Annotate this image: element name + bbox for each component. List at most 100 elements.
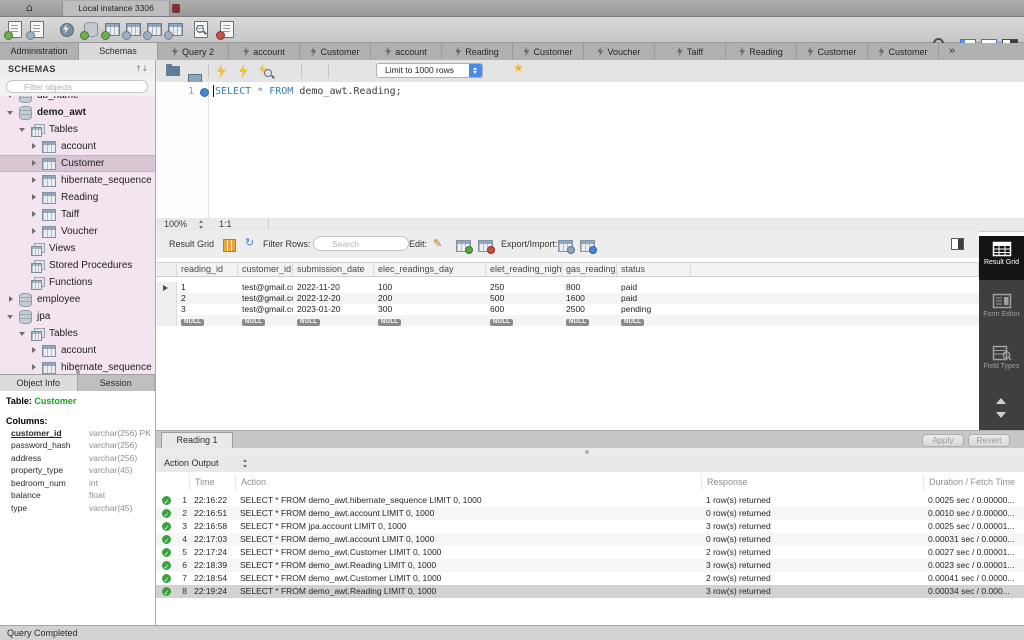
tree-item-jpa-account[interactable]: account — [0, 342, 155, 359]
col-elet-reading-night[interactable]: elet_reading_night — [486, 263, 562, 276]
result-filter-input[interactable] — [313, 236, 409, 251]
tree-item-customer[interactable]: Customer — [0, 155, 155, 172]
tab-customer-1[interactable]: Customer — [300, 43, 371, 60]
col-time[interactable]: Time — [189, 475, 235, 490]
current-row-marker-icon[interactable] — [156, 282, 177, 293]
panel-item-field-types[interactable]: Field Types — [979, 340, 1024, 386]
collapse-all-icon[interactable]: ↑↓ — [135, 64, 148, 73]
sql-statement[interactable]: SELECT * FROM demo_awt.Reading; — [215, 86, 402, 97]
tab-account-2[interactable]: account — [371, 43, 442, 60]
tree-item-tables[interactable]: Tables — [0, 121, 155, 138]
collapse-icon[interactable] — [7, 108, 16, 117]
tree-item-jpa[interactable]: jpa — [0, 308, 155, 325]
tab-reading-2[interactable]: Reading — [726, 43, 797, 60]
create-table-icon[interactable] — [101, 21, 121, 40]
output-selector-stepper-icon[interactable] — [242, 459, 250, 468]
col-elec-readings-day[interactable]: elec_readings_day — [374, 263, 486, 276]
action-row-8[interactable]: ✓ 8 22:19:24 SELECT * FROM demo_awt.Reading… — [156, 585, 1024, 598]
output-splitter[interactable] — [156, 448, 1024, 455]
result-tab-reading-1[interactable]: Reading 1 — [161, 432, 233, 449]
revert-button[interactable]: Revert — [968, 434, 1010, 447]
create-schema-icon[interactable] — [80, 21, 100, 40]
tree-item-employee[interactable]: employee — [0, 291, 155, 308]
tab-customer-4[interactable]: Customer — [868, 43, 939, 60]
open-file-icon[interactable] — [166, 64, 180, 76]
col-action[interactable]: Action — [235, 475, 701, 490]
expand-icon[interactable] — [30, 176, 39, 185]
expand-icon[interactable] — [7, 96, 16, 100]
grid-row-2[interactable]: 2test@gmail.com 2022-12-20200 5001600 pa… — [156, 293, 979, 304]
col-duration[interactable]: Duration / Fetch Time — [923, 475, 1024, 490]
home-icon[interactable]: ⌂ — [26, 1, 33, 14]
splitter-handle[interactable] — [585, 450, 589, 454]
tab-overflow-chevron[interactable]: » — [939, 43, 965, 60]
tab-customer-3[interactable]: Customer — [797, 43, 868, 60]
col-gas-reading[interactable]: gas_reading — [562, 263, 617, 276]
tree-item-views[interactable]: Views — [0, 240, 155, 257]
save-snippet-icon[interactable]: ★ — [513, 61, 524, 75]
create-function-icon[interactable] — [164, 21, 184, 40]
grid-row-1[interactable]: 1test@gmail.com 2022-11-20100 250800 pai… — [156, 282, 979, 293]
tab-customer-2[interactable]: Customer — [513, 43, 584, 60]
collapse-icon[interactable] — [19, 125, 28, 134]
tree-item-db-name[interactable]: db_name — [0, 96, 155, 104]
create-view-icon[interactable] — [122, 21, 142, 40]
tab-session[interactable]: Session — [78, 375, 155, 392]
tab-account-1[interactable]: account — [229, 43, 300, 60]
expand-icon[interactable] — [30, 346, 39, 355]
inspector-icon[interactable] — [58, 21, 76, 38]
tab-voucher[interactable]: Voucher — [584, 43, 655, 60]
search-table-data-icon[interactable] — [192, 21, 210, 38]
apply-button[interactable]: Apply — [922, 434, 964, 447]
action-row-1[interactable]: ✓ 1 22:16:22 SELECT * FROM demo_awt.hiberna… — [156, 494, 1024, 507]
expand-icon[interactable] — [30, 210, 39, 219]
create-procedure-icon[interactable] — [143, 21, 163, 40]
tab-taiff[interactable]: Taiff — [655, 43, 726, 60]
execute-current-statement-icon[interactable] — [239, 64, 248, 78]
window-tab[interactable]: Local instance 3306 — [62, 1, 170, 16]
insert-row-icon[interactable] — [456, 240, 473, 254]
toggle-grid-panel-icon[interactable] — [951, 238, 964, 250]
column-visibility-icon[interactable] — [223, 239, 236, 252]
panel-item-result-grid[interactable]: Result Grid — [979, 236, 1024, 280]
col-customer-id[interactable]: customer_id — [238, 263, 293, 276]
tab-administration[interactable]: Administration — [0, 43, 79, 60]
tab-schemas[interactable]: Schemas — [79, 43, 158, 60]
new-sql-tab-icon[interactable] — [4, 21, 24, 40]
action-row-4[interactable]: ✓ 4 22:17:03 SELECT * FROM demo_awt.account… — [156, 533, 1024, 546]
open-sql-script-icon[interactable] — [26, 21, 46, 40]
action-row-5[interactable]: ✓ 5 22:17:24 SELECT * FROM demo_awt.Custome… — [156, 546, 1024, 559]
reconnect-dbms-icon[interactable] — [216, 21, 236, 40]
expand-icon[interactable] — [7, 295, 16, 304]
expand-icon[interactable] — [30, 227, 39, 236]
tree-item-reading[interactable]: Reading — [0, 189, 155, 206]
tree-item-functions[interactable]: Functions — [0, 274, 155, 291]
tab-query-2[interactable]: Query 2 — [158, 43, 229, 60]
explain-query-icon[interactable] — [259, 64, 272, 77]
collapse-icon[interactable] — [19, 329, 28, 338]
tree-item-voucher[interactable]: Voucher — [0, 223, 155, 240]
grid-row-3[interactable]: 3test@gmail.com 2023-01-20300 6002500 pe… — [156, 304, 979, 315]
tab-object-info[interactable]: Object Info — [0, 375, 78, 392]
execute-query-icon[interactable] — [217, 64, 226, 78]
grid-row-new[interactable]: NULL NULL NULL NULL NULL NULL NULL — [156, 315, 979, 326]
collapse-icon[interactable] — [7, 312, 16, 321]
col-response[interactable]: Response — [701, 475, 923, 490]
tree-item-stored-procedures[interactable]: Stored Procedures — [0, 257, 155, 274]
expand-icon[interactable] — [30, 142, 39, 151]
schema-filter-input[interactable] — [6, 80, 148, 93]
col-submission-date[interactable]: submission_date — [293, 263, 374, 276]
sql-editor[interactable]: 1 SELECT * FROM demo_awt.Reading; — [156, 82, 1024, 218]
col-reading-id[interactable]: reading_id — [177, 263, 238, 276]
tree-item-demo-awt[interactable]: demo_awt — [0, 104, 155, 121]
action-row-3[interactable]: ✓ 3 22:16:58 SELECT * FROM jpa.account LIMI… — [156, 520, 1024, 533]
expand-icon[interactable] — [30, 363, 39, 372]
action-row-7[interactable]: ✓ 7 22:18:54 SELECT * FROM demo_awt.Custome… — [156, 572, 1024, 585]
row-limit-dropdown[interactable]: Limit to 1000 rows — [376, 63, 483, 78]
tab-reading-1[interactable]: Reading — [442, 43, 513, 60]
refresh-icon[interactable]: ↻ — [245, 236, 254, 249]
edit-cell-icon[interactable]: ✎ — [433, 237, 442, 250]
delete-row-icon[interactable] — [478, 240, 495, 254]
action-row-6[interactable]: ✓ 6 22:18:39 SELECT * FROM demo_awt.Reading… — [156, 559, 1024, 572]
export-recordset-icon[interactable] — [558, 240, 575, 254]
